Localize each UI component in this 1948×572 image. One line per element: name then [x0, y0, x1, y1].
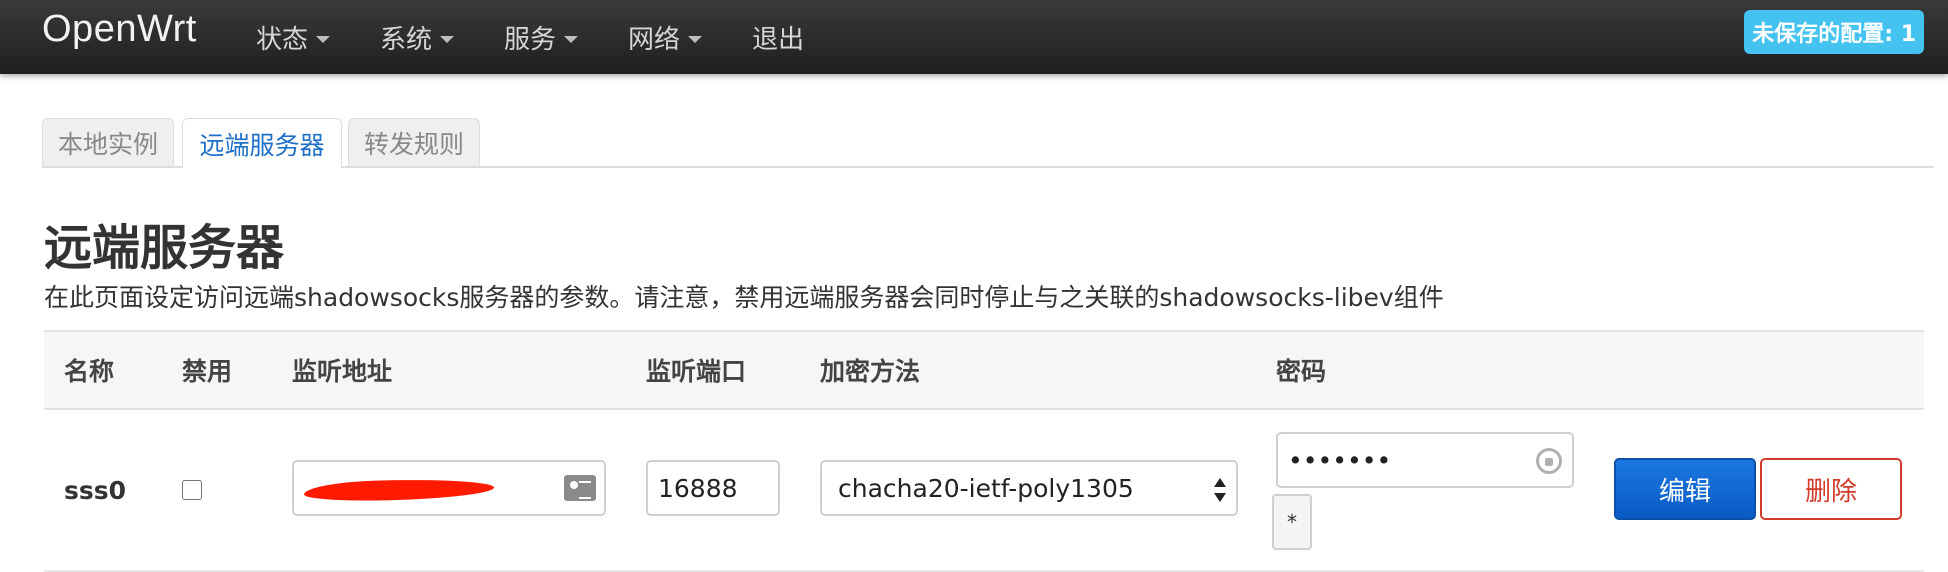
menu-label: 系统: [380, 24, 433, 55]
listen-port-value: 16888: [658, 473, 738, 503]
redacted-address: [303, 477, 495, 503]
password-manager-icon[interactable]: [1536, 448, 1562, 474]
column-header-name: 名称: [64, 357, 115, 386]
menu-label: 服务: [504, 24, 557, 55]
menu-network[interactable]: 网络: [628, 0, 703, 74]
tab-local-instances[interactable]: 本地实例: [42, 118, 174, 166]
contact-card-icon[interactable]: [564, 475, 596, 501]
table-row: sss0 16888 chacha20-ietf-poly1305 ••••••…: [44, 410, 1924, 572]
brand-logo[interactable]: OpenWrt: [42, 8, 197, 51]
menu-status[interactable]: 状态: [256, 0, 331, 74]
menu-system[interactable]: 系统: [380, 0, 455, 74]
listen-address-field[interactable]: [292, 460, 606, 516]
caret-down-icon: [440, 35, 455, 43]
caret-down-icon: [316, 35, 331, 43]
column-header-listen-port: 监听端口: [646, 357, 747, 386]
page-description: 在此页面设定访问远端shadowsocks服务器的参数。请注意，禁用远端服务器会…: [44, 283, 1444, 312]
disable-checkbox[interactable]: [182, 480, 202, 500]
column-header-password: 密码: [1276, 357, 1327, 386]
column-header-disabled: 禁用: [182, 357, 233, 386]
server-name: sss0: [64, 475, 127, 505]
column-header-cipher: 加密方法: [820, 357, 921, 386]
password-value: •••••••: [1288, 445, 1392, 475]
table-header: 名称 禁用 监听地址 监听端口 加密方法 密码: [44, 330, 1924, 410]
select-arrows-icon: [1214, 476, 1226, 504]
menu-label: 状态: [256, 24, 309, 55]
reveal-password-button[interactable]: *: [1272, 494, 1312, 550]
servers-table: 名称 禁用 监听地址 监听端口 加密方法 密码 sss0 16888 chach…: [44, 330, 1924, 572]
tab-remote-servers[interactable]: 远端服务器: [182, 118, 342, 168]
menu-label: 退出: [752, 24, 805, 55]
cipher-value: chacha20-ietf-poly1305: [838, 473, 1134, 503]
page-title: 远端服务器: [44, 220, 285, 276]
edit-button[interactable]: 编辑: [1614, 458, 1756, 520]
menu-services[interactable]: 服务: [504, 0, 579, 74]
caret-down-icon: [688, 35, 703, 43]
caret-down-icon: [564, 35, 579, 43]
menu-label: 网络: [628, 24, 681, 55]
delete-button[interactable]: 删除: [1760, 458, 1902, 520]
menu-logout[interactable]: 退出: [752, 0, 804, 74]
top-navbar: OpenWrt 状态 系统 服务 网络 退出 未保存的配置: 1: [0, 0, 1948, 74]
cipher-select[interactable]: chacha20-ietf-poly1305: [820, 460, 1238, 516]
tab-forwarding-rules[interactable]: 转发规则: [348, 118, 480, 166]
password-field[interactable]: •••••••: [1276, 432, 1574, 488]
main-menu: 状态 系统 服务 网络 退出: [256, 0, 854, 74]
unsaved-changes-badge[interactable]: 未保存的配置: 1: [1744, 10, 1924, 54]
listen-port-field[interactable]: 16888: [646, 460, 780, 516]
column-header-listen-address: 监听地址: [292, 357, 393, 386]
tab-bar: 本地实例 远端服务器 转发规则: [42, 118, 1934, 168]
